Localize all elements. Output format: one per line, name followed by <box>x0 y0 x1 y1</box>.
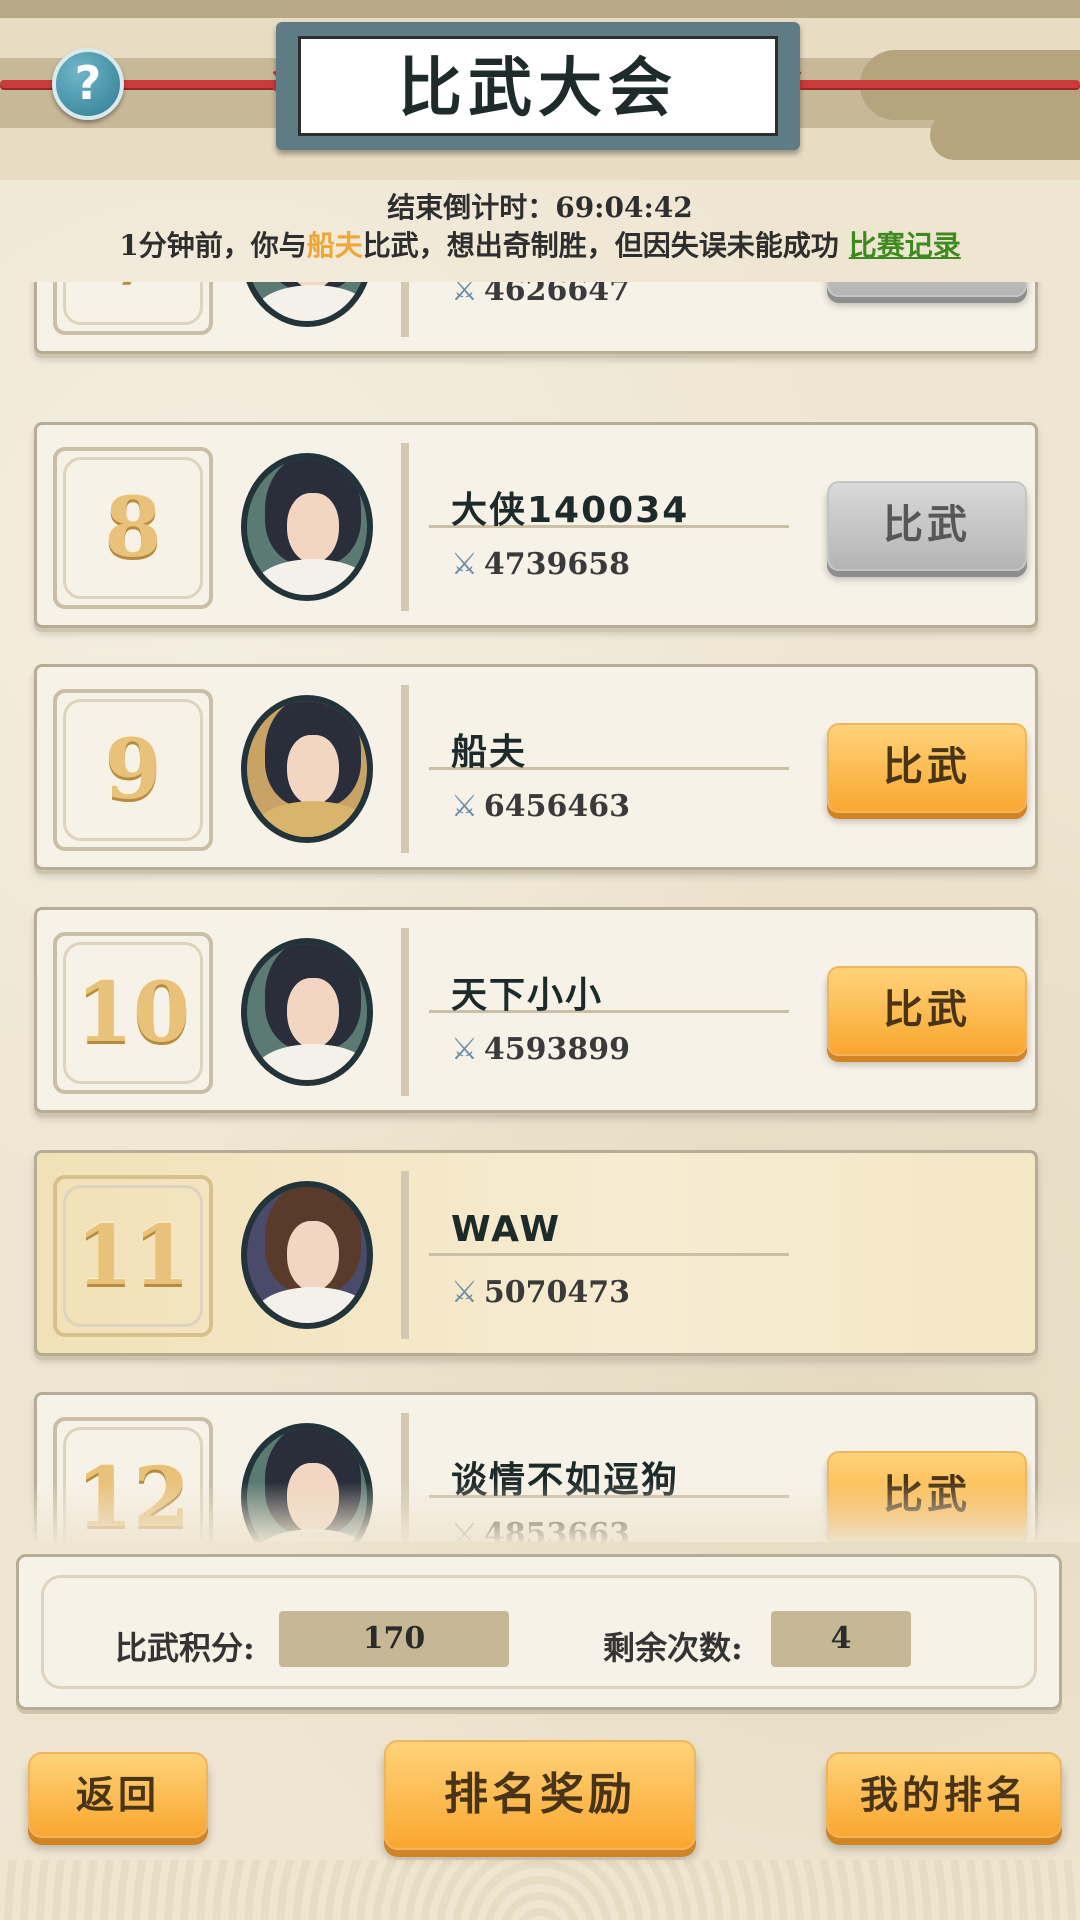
cloud-decoration <box>930 110 1080 160</box>
challenge-button[interactable]: 比武 <box>827 481 1027 571</box>
combat-power-value: 4626647 <box>483 282 631 308</box>
player-avatar[interactable] <box>241 695 373 843</box>
countdown-label: 结束倒计时： <box>387 191 556 224</box>
rank-badge: 8 <box>53 447 213 609</box>
crossed-swords-icon: ⚔ <box>451 282 478 308</box>
last-battle-message: 1分钟前，你与船夫比武，想出奇制胜，但因失误未能成功 比赛记录 <box>0 224 1080 264</box>
combat-power: ⚔ 4626647 <box>451 282 630 308</box>
combat-power-value: 5070473 <box>483 1275 631 1310</box>
player-name: 船夫 <box>451 732 528 773</box>
rank-rewards-button[interactable]: 排名奖励 <box>384 1740 696 1850</box>
rank-badge: 9 <box>53 689 213 851</box>
rank-card: 9 船夫 ⚔ 6456463 比武 <box>34 664 1038 870</box>
battle-opponent-name: 船夫 <box>306 229 363 262</box>
rank-card: 10 天下小小 ⚔ 4593899 比武 <box>34 907 1038 1113</box>
combat-power-value: 6456463 <box>483 789 631 824</box>
rank-number: 9 <box>104 722 162 818</box>
page-title: 比武大会 <box>398 52 678 126</box>
combat-power: ⚔ 4739658 <box>451 547 630 582</box>
header-banner: ✕ ✕ ? 比武大会 <box>0 0 1080 180</box>
rank-number: 11 <box>75 1208 191 1304</box>
countdown-value: 69:04:42 <box>555 191 693 224</box>
battle-message-suffix: 比武，想出奇制胜，但因失误未能成功 <box>362 229 839 262</box>
remaining-attempts-value: 4 <box>771 1611 911 1667</box>
challenge-button[interactable]: 比武 <box>827 282 1027 297</box>
back-button[interactable]: 返回 <box>28 1752 208 1838</box>
challenge-button[interactable]: 比武 <box>827 966 1027 1056</box>
player-name: WAW <box>451 1209 562 1250</box>
crossed-swords-icon: ⚔ <box>451 547 478 582</box>
challenge-button[interactable]: 比武 <box>827 723 1027 813</box>
crossed-swords-icon: ⚔ <box>451 789 478 824</box>
question-mark-icon: ? <box>74 56 102 110</box>
player-name: 天下小小 <box>451 975 604 1016</box>
combat-power-value: 4593899 <box>483 1032 631 1067</box>
battle-message-prefix: 1分钟前，你与 <box>119 229 307 262</box>
help-button[interactable]: ? <box>52 48 124 120</box>
player-name: 大侠140034 <box>451 490 690 531</box>
player-avatar[interactable] <box>241 453 373 601</box>
rank-card: 7 ⚔4626647 比武 <box>34 282 1038 354</box>
crossed-swords-icon: ⚔ <box>451 1275 478 1310</box>
match-record-link[interactable]: 比赛记录 <box>849 229 961 262</box>
score-value: 170 <box>279 1611 509 1667</box>
remaining-attempts-label: 剩余次数: <box>603 1629 743 1667</box>
player-info: WAW ⚔ 5070473 <box>401 1171 1019 1339</box>
combat-power: ⚔ 5070473 <box>451 1275 630 1310</box>
list-fade <box>0 1482 1080 1542</box>
score-label: 比武积分: <box>115 1629 255 1667</box>
wave-decoration <box>0 1860 1080 1920</box>
combat-power: ⚔ 4593899 <box>451 1032 630 1067</box>
crossed-swords-icon: ⚔ <box>451 1032 478 1067</box>
rank-number: 7 <box>57 282 209 331</box>
combat-power-value: 4739658 <box>483 547 631 582</box>
rank-number: 8 <box>104 480 162 576</box>
stats-panel: 比武积分: 170 剩余次数: 4 <box>16 1554 1062 1710</box>
combat-power: ⚔ 6456463 <box>451 789 630 824</box>
title-plate: 比武大会 <box>276 22 800 150</box>
rank-number: 10 <box>75 965 191 1061</box>
player-avatar[interactable] <box>241 1181 373 1329</box>
player-avatar[interactable] <box>241 282 373 327</box>
countdown-timer: 结束倒计时：69:04:42 <box>0 186 1080 226</box>
rank-badge: 10 <box>53 932 213 1094</box>
my-rank-button[interactable]: 我的排名 <box>826 1752 1062 1838</box>
rank-badge: 7 <box>53 282 213 335</box>
header-band <box>0 0 1080 18</box>
rank-card: 8 大侠140034 ⚔ 4739658 比武 <box>34 422 1038 628</box>
rank-list[interactable]: 7 ⚔4626647 比武 8 大侠140034 ⚔4739658 比武 9 <box>0 282 1080 1542</box>
title-plate-inner: 比武大会 <box>298 36 778 136</box>
rank-card-self: 11 WAW ⚔ 5070473 <box>34 1150 1038 1356</box>
player-avatar[interactable] <box>241 938 373 1086</box>
rank-badge: 11 <box>53 1175 213 1337</box>
